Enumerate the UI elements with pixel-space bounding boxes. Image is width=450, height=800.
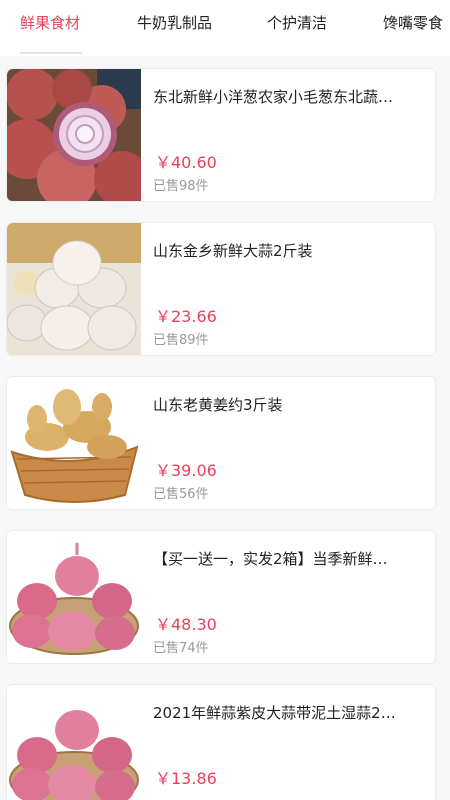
garlic-image: [7, 223, 141, 355]
tab-personal-care[interactable]: 个护清洁: [267, 12, 327, 34]
product-price: ￥48.30: [155, 615, 217, 634]
product-card[interactable]: 2021年鲜蒜紫皮大蒜带泥土湿蒜2… ￥13.86: [6, 684, 436, 800]
product-sold-count: 已售98件: [153, 179, 209, 194]
product-title: 山东老黄姜约3斤装: [153, 396, 283, 414]
product-title: 2021年鲜蒜紫皮大蒜带泥土湿蒜2…: [153, 704, 396, 722]
product-card[interactable]: 东北新鲜小洋葱农家小毛葱东北蔬… ￥40.60 已售98件: [6, 68, 436, 202]
product-sold-count: 已售56件: [153, 487, 209, 502]
category-tab-bar: 鲜果食材 牛奶乳制品 个护清洁 馋嘴零食: [0, 0, 450, 56]
product-card[interactable]: 山东老黄姜约3斤装 ￥39.06 已售56件: [6, 376, 436, 510]
tab-snacks[interactable]: 馋嘴零食: [383, 12, 443, 34]
product-card[interactable]: 【买一送一，实发2箱】当季新鲜… ￥48.30 已售74件: [6, 530, 436, 664]
purple-garlic-image: [7, 685, 141, 800]
product-price: ￥23.66: [155, 307, 217, 326]
product-title: 山东金乡新鲜大蒜2斤装: [153, 242, 313, 260]
tab-fresh-food[interactable]: 鲜果食材: [20, 12, 80, 34]
tab-dairy[interactable]: 牛奶乳制品: [137, 12, 212, 34]
product-card[interactable]: 山东金乡新鲜大蒜2斤装 ￥23.66 已售89件: [6, 222, 436, 356]
product-title: 东北新鲜小洋葱农家小毛葱东北蔬…: [153, 88, 394, 106]
product-sold-count: 已售74件: [153, 641, 209, 656]
product-list: 东北新鲜小洋葱农家小毛葱东北蔬… ￥40.60 已售98件 山东金乡新鲜大蒜2斤…: [0, 56, 450, 800]
product-title: 【买一送一，实发2箱】当季新鲜…: [153, 550, 388, 568]
product-price: ￥40.60: [155, 153, 217, 172]
product-sold-count: 已售89件: [153, 333, 209, 348]
purple-garlic-image: [7, 531, 141, 663]
product-price: ￥39.06: [155, 461, 217, 480]
red-onion-image: [7, 69, 141, 201]
product-price: ￥13.86: [155, 769, 217, 788]
ginger-image: [7, 377, 141, 509]
active-tab-indicator: [20, 52, 82, 54]
